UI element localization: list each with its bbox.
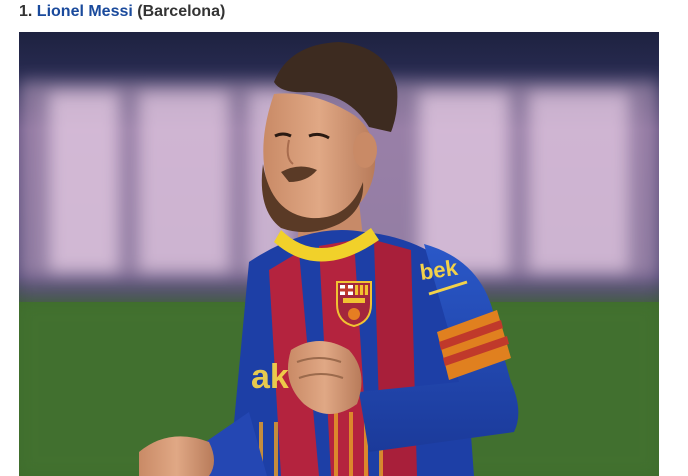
club-crest-icon	[336, 281, 372, 328]
item-rank: 1.	[19, 3, 33, 20]
player-club: (Barcelona)	[137, 3, 226, 20]
sleeve-sponsor-text: bek	[418, 255, 460, 285]
player-name-link[interactable]: Lionel Messi	[37, 3, 133, 20]
player-photo-illustration: akut bek	[19, 32, 659, 476]
player-photo: akut bek	[19, 32, 659, 476]
article-item-heading: 1. Lionel Messi (Barcelona)	[19, 1, 225, 23]
